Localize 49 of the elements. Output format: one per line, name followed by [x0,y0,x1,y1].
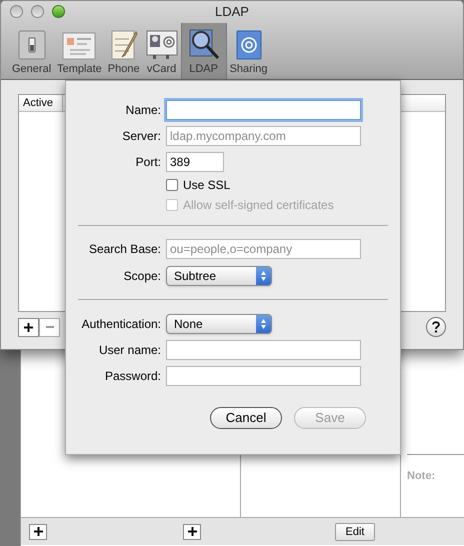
contact-card-icon [146,30,178,60]
toolbar-tab[interactable]: Template [54,23,105,79]
minimize-button[interactable] [31,5,44,18]
stepper-arrows-icon [256,266,271,284]
field-label: Server: [122,129,161,143]
cancel-button[interactable]: Cancel [210,407,282,429]
toolbar-tab[interactable]: LDAP [180,23,227,79]
window-title: LDAP [215,3,249,22]
text-field[interactable] [166,340,361,360]
close-button[interactable] [10,5,23,18]
field-label: Password: [104,369,161,383]
popup-value: None [173,316,204,332]
edit-button[interactable]: Edit [335,522,375,540]
text-field[interactable]: ou=people,o=company [166,239,361,259]
add-button[interactable] [18,318,39,336]
card-icon [62,32,96,60]
field-label: Port: [136,155,161,169]
text-field[interactable]: 389 [166,152,224,172]
stepper-arrows-icon [256,314,271,332]
plus-icon [24,322,33,332]
text-field[interactable] [166,366,361,386]
text-field[interactable]: ldap.mycompany.com [166,126,361,146]
popup-value: Subtree [173,268,218,284]
checkbox-option[interactable]: Use SSL [166,176,230,194]
field-label: Name: [126,103,161,117]
toolbar-tab[interactable]: vCard [142,23,181,79]
question-mark-icon [432,321,440,333]
column-header: Active [19,95,63,111]
minus-icon [46,326,54,328]
zoom-button[interactable] [52,5,65,18]
add-button[interactable] [29,524,47,540]
popup-menu[interactable]: Subtree [166,266,272,286]
toolbar-tab[interactable]: Sharing [226,23,271,79]
toolbar-tab[interactable]: General [9,23,54,79]
plus-icon [188,527,196,536]
add-button[interactable] [183,524,201,540]
field-label: Scope: [124,268,161,282]
toolbar-tab[interactable]: Phone [104,23,143,79]
note-label: Note: [407,470,436,482]
field-label: User name: [98,343,161,357]
field-label: Search Base: [88,242,161,256]
magnifier-icon [188,28,220,60]
notepad-icon [110,28,138,60]
help-button[interactable] [426,317,446,337]
plus-icon [34,527,42,536]
text-field[interactable] [166,100,361,120]
field-label: Authentication: [82,316,161,330]
switch-icon [18,30,46,60]
popup-menu[interactable]: None [166,314,272,334]
